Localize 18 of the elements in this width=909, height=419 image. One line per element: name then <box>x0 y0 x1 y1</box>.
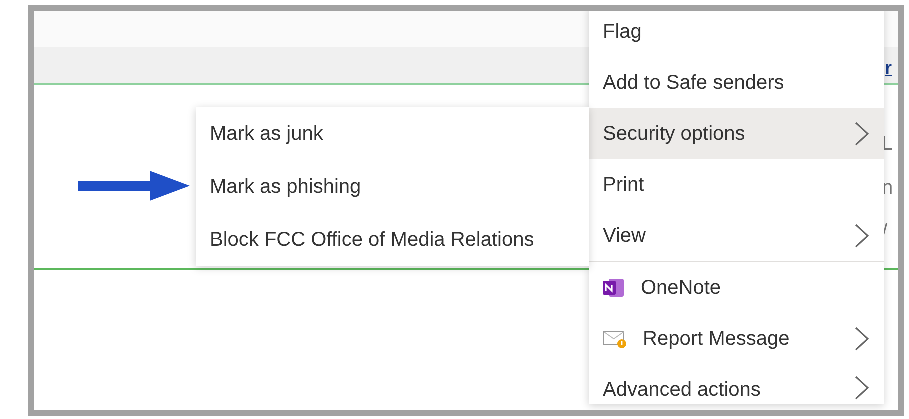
report-icon <box>603 328 627 348</box>
menu-item[interactable]: Flag <box>589 11 884 57</box>
chevron-icon <box>854 120 870 146</box>
menu-item[interactable]: Security options <box>589 108 884 159</box>
link[interactable]: r <box>884 55 892 82</box>
menu-item[interactable]: Print <box>589 159 884 210</box>
menu-item[interactable]: View <box>589 210 884 261</box>
menu-item[interactable]: Add to Safe senders <box>589 57 884 108</box>
menu-item[interactable]: Report Message <box>589 313 884 364</box>
chevron-icon <box>854 326 870 352</box>
menu-item[interactable]: Mark as phishing <box>196 160 589 213</box>
menu-item[interactable]: Mark as junk <box>196 107 589 160</box>
menu-item[interactable]: OneNote <box>589 262 884 313</box>
menu-item[interactable]: Advanced actions <box>589 364 884 404</box>
menu-item[interactable]: Block FCC Office of Media Relations <box>196 213 589 266</box>
onenote-icon <box>603 278 625 298</box>
chevron-icon <box>854 222 870 248</box>
chevron-icon <box>854 375 870 401</box>
